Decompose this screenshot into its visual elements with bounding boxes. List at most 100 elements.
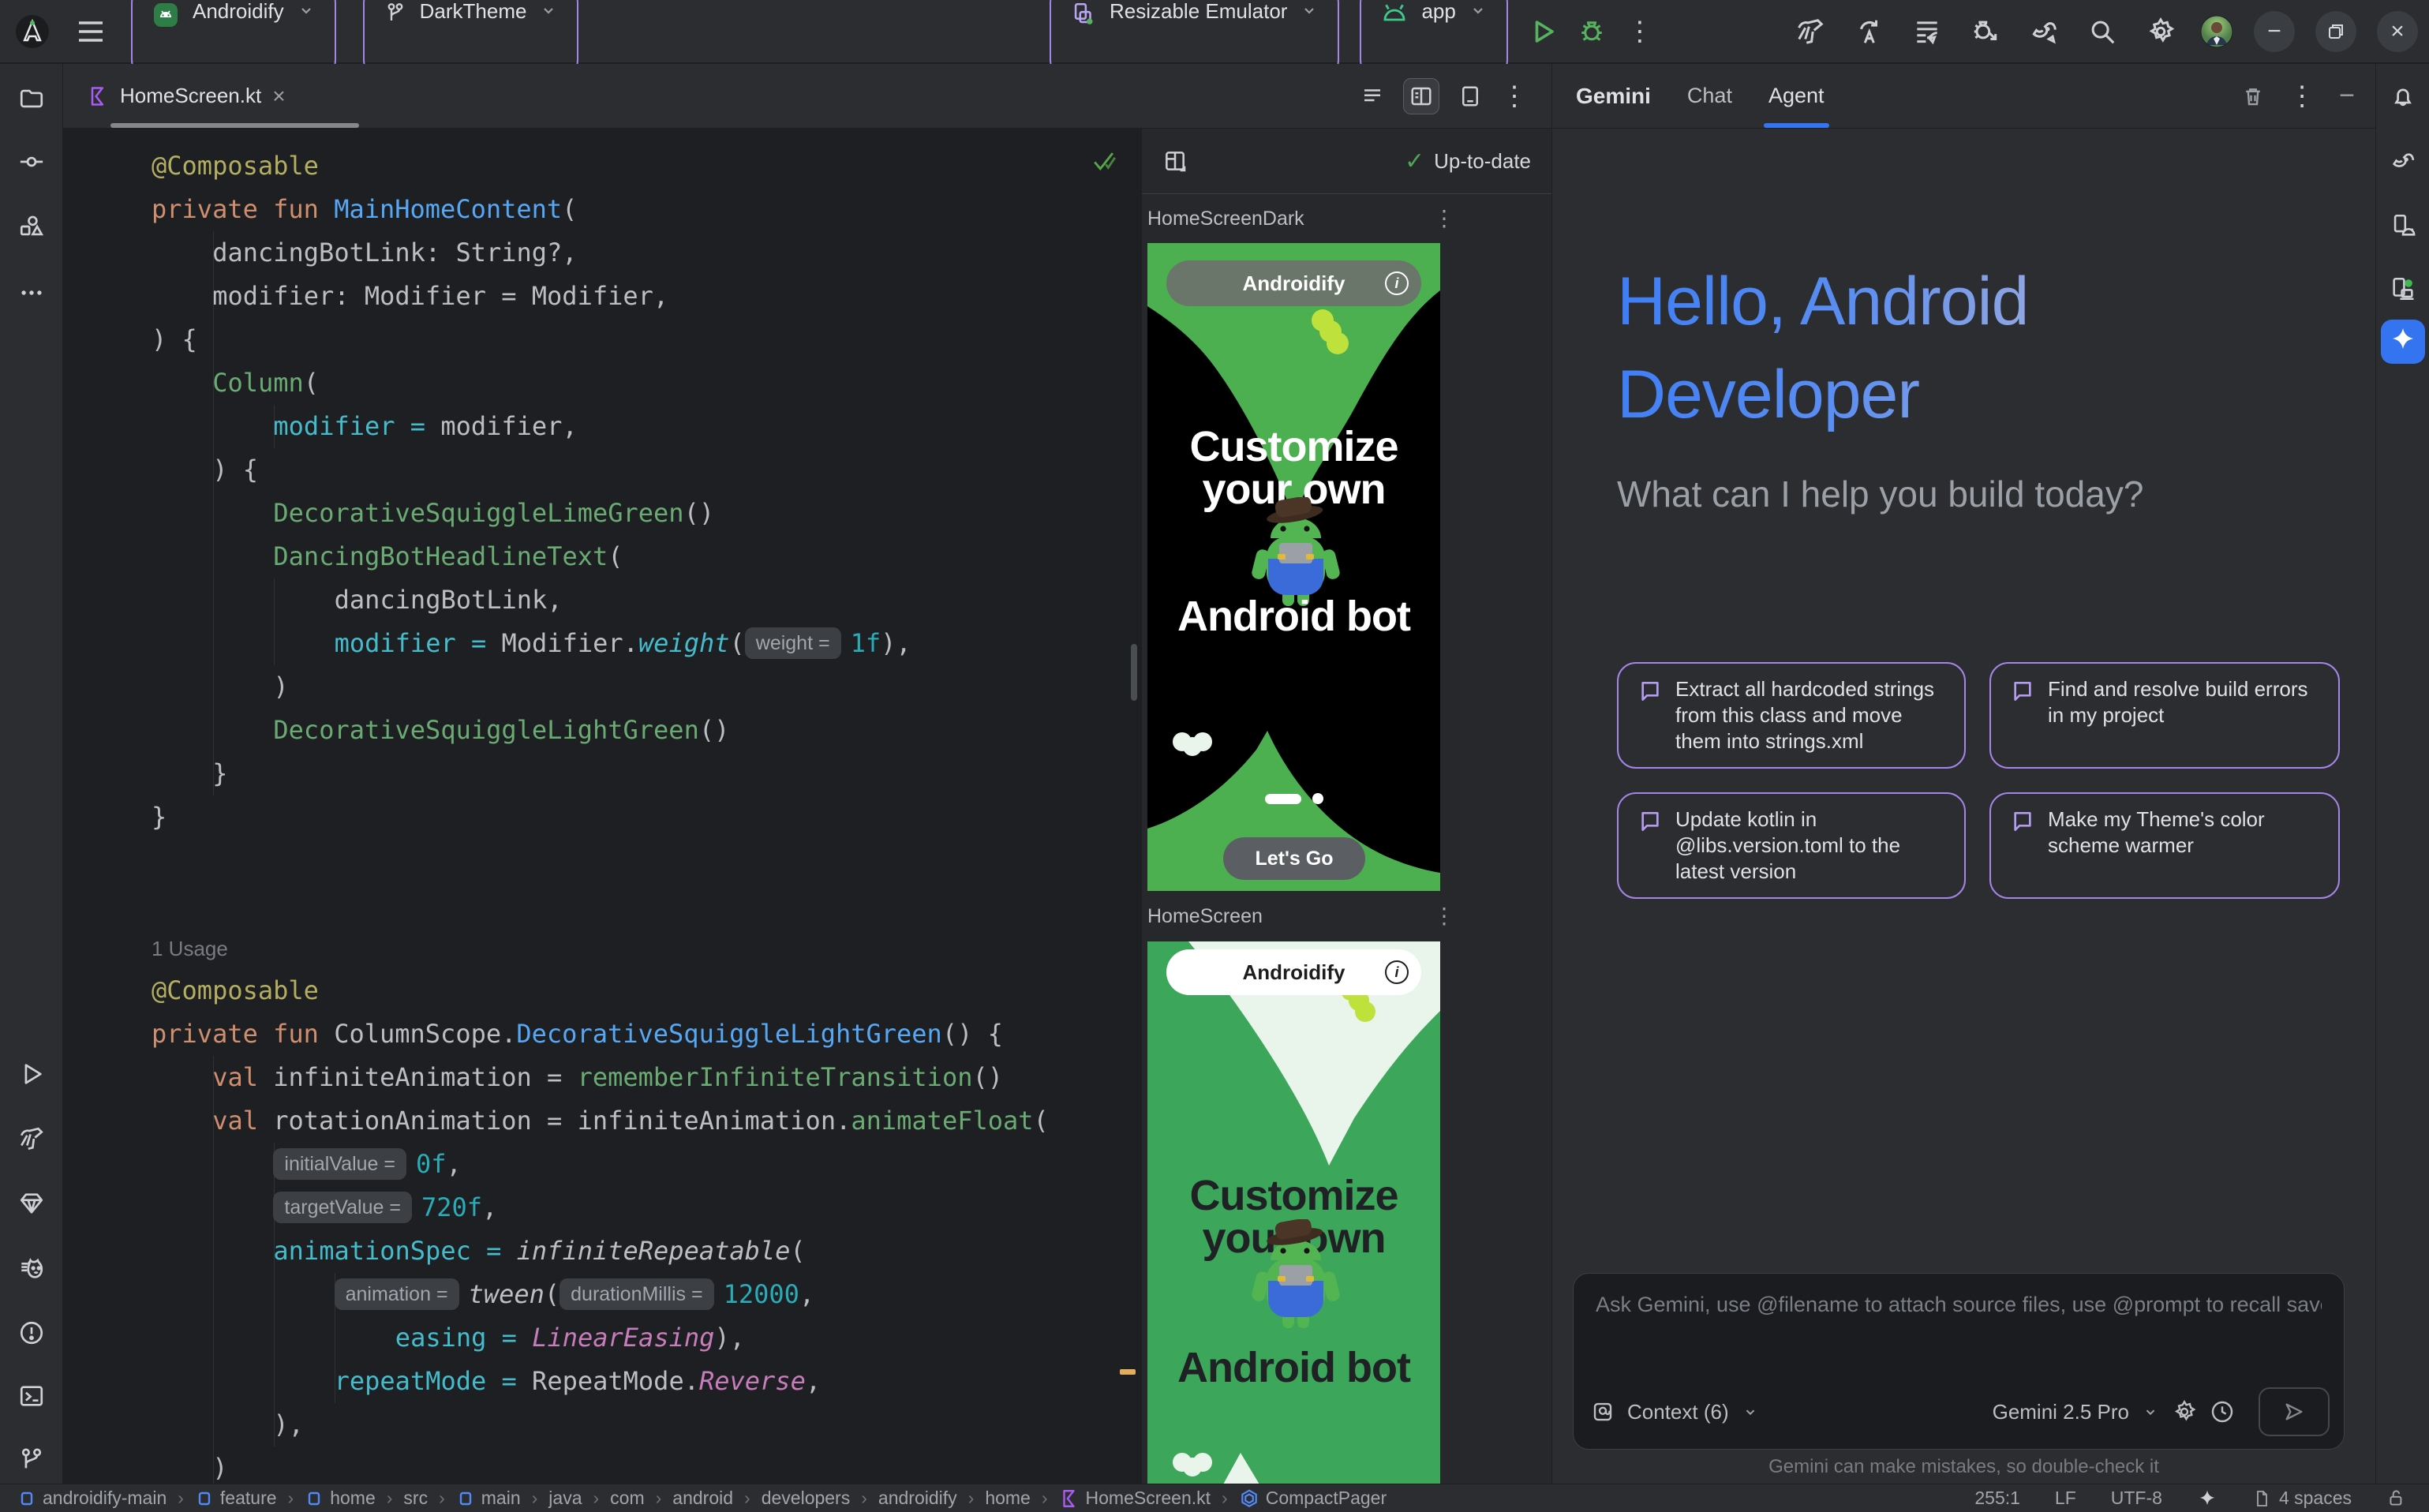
inspections-ok-icon[interactable] xyxy=(1091,149,1118,173)
code-line[interactable]: modifier = Modifier.weight(weight =1f), xyxy=(152,622,1140,665)
ai-spark-icon[interactable] xyxy=(2197,1488,2218,1509)
code-line[interactable]: ) { xyxy=(152,318,1140,361)
commit-tool-icon[interactable] xyxy=(0,148,62,175)
code-line[interactable]: dancingBotLink, xyxy=(152,578,1140,622)
code-line[interactable]: animationSpec = infiniteRepeatable( xyxy=(152,1229,1140,1273)
code-line[interactable]: @Composable xyxy=(152,144,1140,188)
breadcrumb-item[interactable]: android xyxy=(672,1488,733,1509)
breadcrumb-item[interactable]: home xyxy=(305,1488,376,1509)
run-button[interactable] xyxy=(1529,17,1557,46)
sync-icon[interactable] xyxy=(1850,13,1888,51)
chevron-down-icon[interactable] xyxy=(2142,1403,2159,1420)
file-encoding[interactable]: UTF-8 xyxy=(2111,1488,2162,1509)
breadcrumb-item[interactable]: androidify-main xyxy=(17,1488,167,1509)
info-icon[interactable]: i xyxy=(1385,271,1409,295)
prompt-settings-icon[interactable] xyxy=(2172,1399,2197,1424)
more-actions-icon[interactable]: ⋮ xyxy=(1626,18,1653,45)
preview-section-header-light[interactable]: HomeScreen ⋮ xyxy=(1147,891,1551,941)
info-icon[interactable]: i xyxy=(1385,960,1409,984)
debug-button[interactable] xyxy=(1578,17,1606,46)
breadcrumb-item[interactable]: home xyxy=(985,1488,1031,1509)
running-devices-icon[interactable] xyxy=(2376,275,2429,302)
suggestion-chip[interactable]: Update kotlin in @libs.version.toml to t… xyxy=(1617,792,1966,899)
breadcrumb-item[interactable]: com xyxy=(610,1488,644,1509)
preview-options-icon[interactable]: ⋮ xyxy=(1433,905,1455,927)
attach-context-icon[interactable] xyxy=(1591,1400,1615,1424)
window-restore-button[interactable] xyxy=(2315,11,2356,52)
code-line[interactable]: animation =tween(durationMillis =12000, xyxy=(152,1273,1140,1316)
breadcrumb-item[interactable]: androidify xyxy=(878,1488,957,1509)
suggestion-chip[interactable]: Find and resolve build errors in my proj… xyxy=(1989,662,2340,769)
tab-homescreen-kt[interactable]: HomeScreen.kt × xyxy=(63,64,306,128)
code-line[interactable]: 1 Usage xyxy=(152,926,1140,969)
code-line[interactable]: initialValue =0f, xyxy=(152,1143,1140,1186)
code-editor[interactable]: @Composableprivate fun MainHomeContent(d… xyxy=(63,129,1140,1484)
gradle-tool-icon[interactable] xyxy=(2376,148,2429,175)
profiler-icon[interactable] xyxy=(1908,13,1946,51)
breadcrumb-item[interactable]: src xyxy=(403,1488,428,1509)
code-line[interactable]: DancingBotHeadlineText( xyxy=(152,535,1140,578)
breadcrumb-item[interactable]: main xyxy=(456,1488,521,1509)
preview-options-icon[interactable]: ⋮ xyxy=(1433,208,1455,230)
code-line[interactable]: ) { xyxy=(152,448,1140,492)
preview-section-header-dark[interactable]: HomeScreenDark ⋮ xyxy=(1147,194,1551,243)
app-quality-insights-tool-icon[interactable] xyxy=(0,1190,62,1217)
attach-debugger-icon[interactable] xyxy=(1967,13,2004,51)
resource-manager-tool-icon[interactable] xyxy=(0,213,62,240)
suggestion-chip[interactable]: Extract all hardcoded strings from this … xyxy=(1617,662,1966,769)
main-menu-icon[interactable] xyxy=(77,20,104,43)
send-button[interactable] xyxy=(2259,1387,2330,1436)
split-view-button[interactable] xyxy=(1403,78,1439,114)
gemini-input-card[interactable]: Context (6) Gemini 2.5 Pro xyxy=(1573,1273,2345,1450)
code-line[interactable]: targetValue =720f, xyxy=(152,1186,1140,1229)
design-view-button[interactable] xyxy=(1452,78,1488,114)
history-icon[interactable] xyxy=(2210,1399,2235,1424)
code-line[interactable]: private fun ColumnScope.DecorativeSquigg… xyxy=(152,1012,1140,1056)
delete-conversation-icon[interactable] xyxy=(2241,84,2265,108)
more-tool-windows-icon[interactable] xyxy=(0,279,62,306)
gemini-options-icon[interactable]: ⋮ xyxy=(2289,83,2315,110)
model-selector[interactable]: Gemini 2.5 Pro xyxy=(1993,1400,2129,1424)
suggestion-chip[interactable]: Make my Theme's color scheme warmer xyxy=(1989,792,2340,899)
window-close-button[interactable]: × xyxy=(2377,11,2418,52)
project-tool-icon[interactable] xyxy=(0,85,62,112)
run-tool-icon[interactable] xyxy=(0,1061,62,1087)
lets-go-button[interactable]: Let's Go xyxy=(1223,837,1365,880)
breadcrumb-item[interactable]: CompactPager xyxy=(1239,1488,1387,1509)
problems-tool-icon[interactable] xyxy=(0,1319,62,1346)
preview-status[interactable]: ✓ Up-to-date xyxy=(1405,148,1531,175)
code-line[interactable]: DecorativeSquiggleLimeGreen() xyxy=(152,492,1140,535)
window-minimize-button[interactable]: − xyxy=(2254,11,2295,52)
terminal-tool-icon[interactable] xyxy=(0,1383,62,1409)
breadcrumb-item[interactable]: developers xyxy=(762,1488,851,1509)
editor-scrollbar[interactable] xyxy=(1131,644,1137,701)
preview-canvas-dark[interactable]: Androidify i Customize your own xyxy=(1147,243,1440,891)
code-line[interactable]: } xyxy=(152,752,1140,795)
device-manager-icon[interactable] xyxy=(2376,212,2429,239)
breadcrumb-item[interactable]: HomeScreen.kt xyxy=(1059,1488,1211,1509)
tab-chat[interactable]: Chat xyxy=(1687,64,1732,128)
build-tool-icon[interactable] xyxy=(0,1125,62,1152)
context-label[interactable]: Context (6) xyxy=(1627,1400,1729,1424)
code-line[interactable]: ), xyxy=(152,1403,1140,1447)
gemini-prompt-input[interactable] xyxy=(1596,1293,2322,1317)
indent-setting[interactable]: 4 spaces xyxy=(2252,1488,2352,1509)
code-line[interactable]: dancingBotLink: String?, xyxy=(152,231,1140,275)
gradle-sync-icon[interactable] xyxy=(2025,13,2063,51)
version-control-tool-icon[interactable] xyxy=(0,1446,62,1473)
code-line[interactable]: modifier = modifier, xyxy=(152,405,1140,448)
code-line[interactable]: Column( xyxy=(152,361,1140,405)
code-line[interactable]: private fun MainHomeContent( xyxy=(152,188,1140,231)
code-line[interactable]: ) xyxy=(152,1447,1140,1484)
breadcrumb-item[interactable]: feature xyxy=(195,1488,277,1509)
hide-panel-icon[interactable]: − xyxy=(2339,80,2355,111)
line-ending[interactable]: LF xyxy=(2055,1488,2076,1509)
tab-close-icon[interactable]: × xyxy=(272,84,285,109)
breadcrumb-item[interactable]: java xyxy=(548,1488,582,1509)
chevron-down-icon[interactable] xyxy=(1742,1403,1759,1420)
write-access-lock-icon[interactable] xyxy=(2386,1488,2407,1509)
tab-agent[interactable]: Agent xyxy=(1768,64,1825,128)
build-icon[interactable] xyxy=(1791,13,1829,51)
code-line[interactable]: DecorativeSquiggleLightGreen() xyxy=(152,709,1140,752)
avatar[interactable] xyxy=(2200,15,2233,48)
